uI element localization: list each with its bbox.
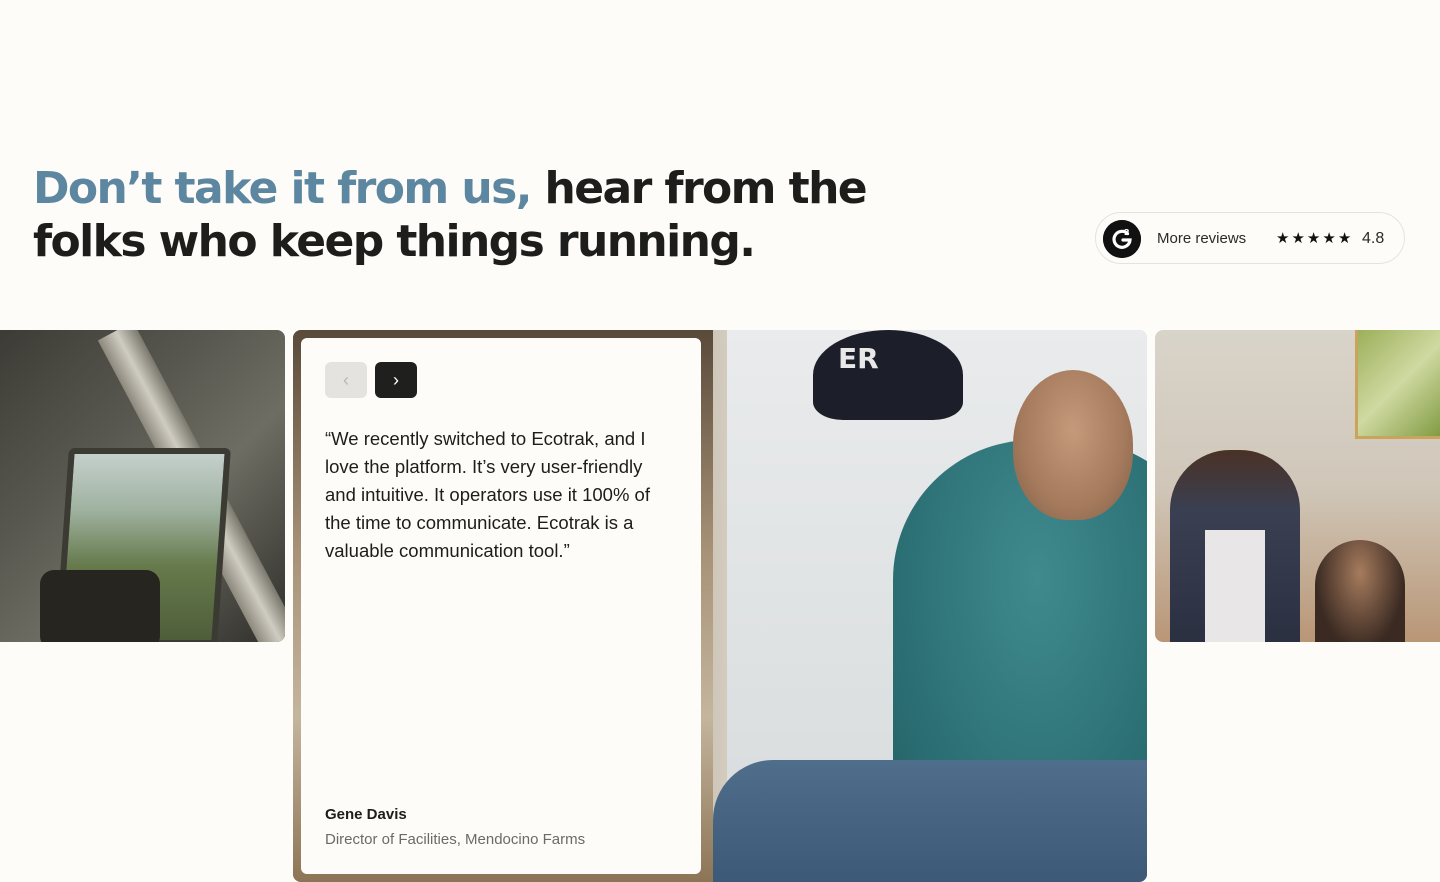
- star-icon: ★: [1291, 230, 1305, 247]
- star-icon: ★: [1276, 230, 1290, 247]
- photo-detail: [1355, 330, 1440, 439]
- g2-logo-text: 2: [1124, 228, 1130, 237]
- headline-accent: Don’t take it from us,: [33, 163, 532, 214]
- carousel-next-button[interactable]: ›: [375, 362, 417, 398]
- carousel-prev-button[interactable]: ‹: [325, 362, 367, 398]
- rating-value: 4.8: [1362, 230, 1385, 247]
- testimonial-card: ‹ › “We recently switched to Ecotrak, an…: [301, 338, 701, 874]
- star-icon: ★: [1306, 230, 1321, 247]
- testimonial-quote: “We recently switched to Ecotrak, and I …: [325, 428, 650, 561]
- star-icon: ★: [1322, 230, 1336, 247]
- cap-logo: ER: [838, 342, 879, 375]
- g2-logo-icon: 2: [1103, 220, 1141, 258]
- photo-detail: [1315, 540, 1405, 642]
- more-reviews-button[interactable]: 2 More reviews ★ ★ ★ ★ ★ 4.8: [1095, 212, 1405, 264]
- testimonial-author-role: Director of Facilities, Mendocino Farms: [325, 831, 586, 848]
- more-reviews-label: More reviews: [1157, 230, 1247, 247]
- carousel-photo-previous[interactable]: [0, 330, 285, 642]
- testimonial-author: Gene Davis: [325, 806, 407, 823]
- photo-detail: [813, 330, 963, 420]
- section-headline: Don’t take it from us, hear from the fol…: [33, 162, 933, 268]
- carousel-photo-next[interactable]: [1155, 330, 1440, 642]
- photo-detail: [1013, 370, 1133, 520]
- photo-detail: [40, 570, 160, 642]
- chevron-left-icon: ‹: [343, 370, 349, 390]
- photo-detail: [1205, 530, 1265, 642]
- photo-detail: [713, 760, 1147, 882]
- star-icon: ★: [1337, 230, 1352, 247]
- chevron-right-icon: ›: [393, 370, 399, 390]
- star-rating: ★ ★ ★ ★ ★: [1276, 231, 1351, 246]
